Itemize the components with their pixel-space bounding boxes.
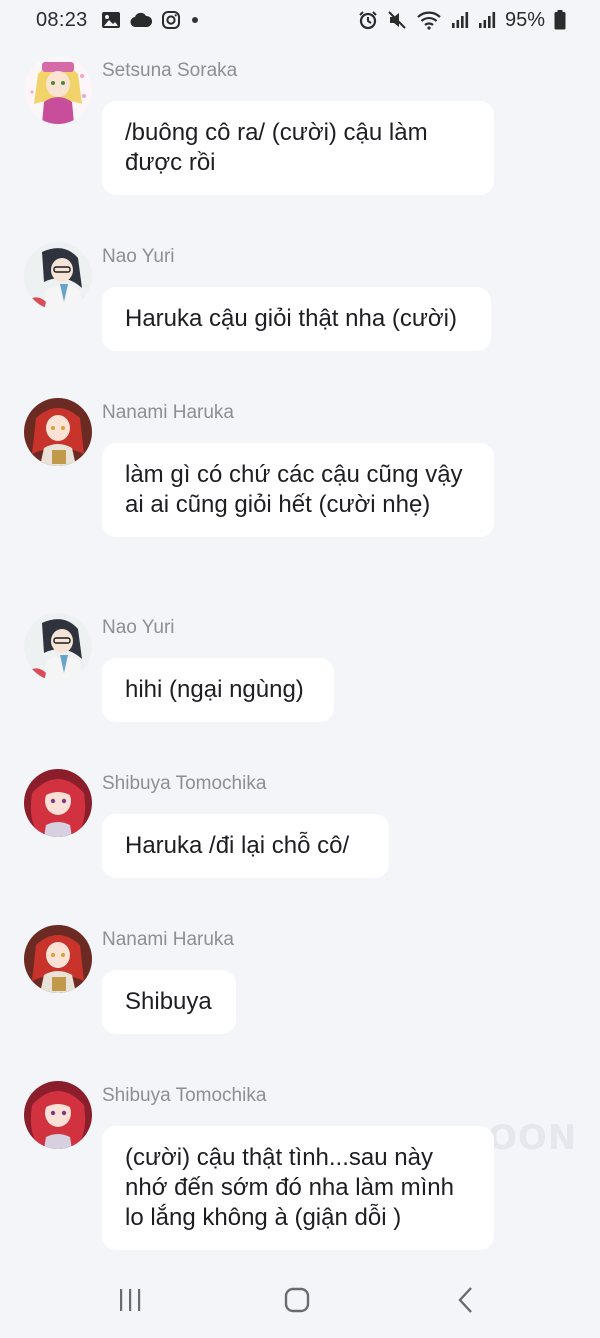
watermark: OON	[488, 1118, 578, 1158]
mute-icon	[387, 10, 407, 30]
status-bar: 08:23 95%	[0, 0, 600, 40]
dot-icon	[191, 17, 198, 23]
avatar[interactable]	[24, 925, 92, 993]
back-button[interactable]	[436, 1280, 496, 1320]
sender-name: Nao Yuri	[102, 617, 175, 638]
sender-name: Nanami Haruka	[102, 402, 234, 423]
signal-icon	[451, 11, 469, 29]
message-bubble[interactable]: Shibuya	[102, 970, 236, 1034]
home-button[interactable]	[267, 1280, 327, 1320]
chat-list[interactable]: Setsuna Soraka /buông cô ra/ (cười) cậu …	[0, 40, 600, 1262]
avatar[interactable]	[24, 398, 92, 466]
sender-name: Nanami Haruka	[102, 929, 234, 950]
recent-apps-button[interactable]	[100, 1280, 160, 1320]
sender-name: Nao Yuri	[102, 246, 175, 267]
sender-name: Setsuna Soraka	[102, 60, 238, 81]
cloud-icon	[130, 12, 152, 28]
message-bubble[interactable]: làm gì có chứ các cậu cũng vậy ai ai cũn…	[102, 443, 494, 537]
message-bubble[interactable]: Haruka /đi lại chỗ cô/	[102, 814, 389, 878]
avatar[interactable]	[24, 1081, 92, 1149]
battery-percent: 95%	[504, 8, 545, 31]
message-bubble[interactable]: (cười) cậu thật tình...sau này nhớ đến s…	[102, 1126, 494, 1250]
status-time: 08:23	[36, 8, 88, 31]
alarm-icon	[358, 10, 378, 30]
avatar[interactable]	[24, 613, 92, 681]
back-icon	[458, 1287, 472, 1313]
gallery-icon	[101, 11, 121, 29]
instagram-icon	[161, 10, 181, 30]
avatar[interactable]	[24, 56, 92, 124]
message-bubble[interactable]: hihi (ngại ngùng)	[102, 658, 334, 722]
message-bubble[interactable]: /buông cô ra/ (cười) cậu làm được rồi	[102, 101, 494, 195]
sender-name: Shibuya Tomochika	[102, 773, 267, 794]
avatar[interactable]	[24, 769, 92, 837]
avatar[interactable]	[24, 242, 92, 310]
battery-icon	[554, 10, 566, 30]
home-icon	[284, 1287, 310, 1313]
sender-name: Shibuya Tomochika	[102, 1085, 267, 1106]
status-bar-left: 08:23	[36, 9, 198, 32]
navigation-bar	[0, 1262, 600, 1338]
status-bar-right: 95%	[358, 9, 566, 32]
recent-apps-icon	[120, 1289, 141, 1311]
signal-icon	[478, 11, 496, 29]
wifi-icon	[416, 10, 442, 30]
message-bubble[interactable]: Haruka cậu giỏi thật nha (cười)	[102, 287, 491, 351]
